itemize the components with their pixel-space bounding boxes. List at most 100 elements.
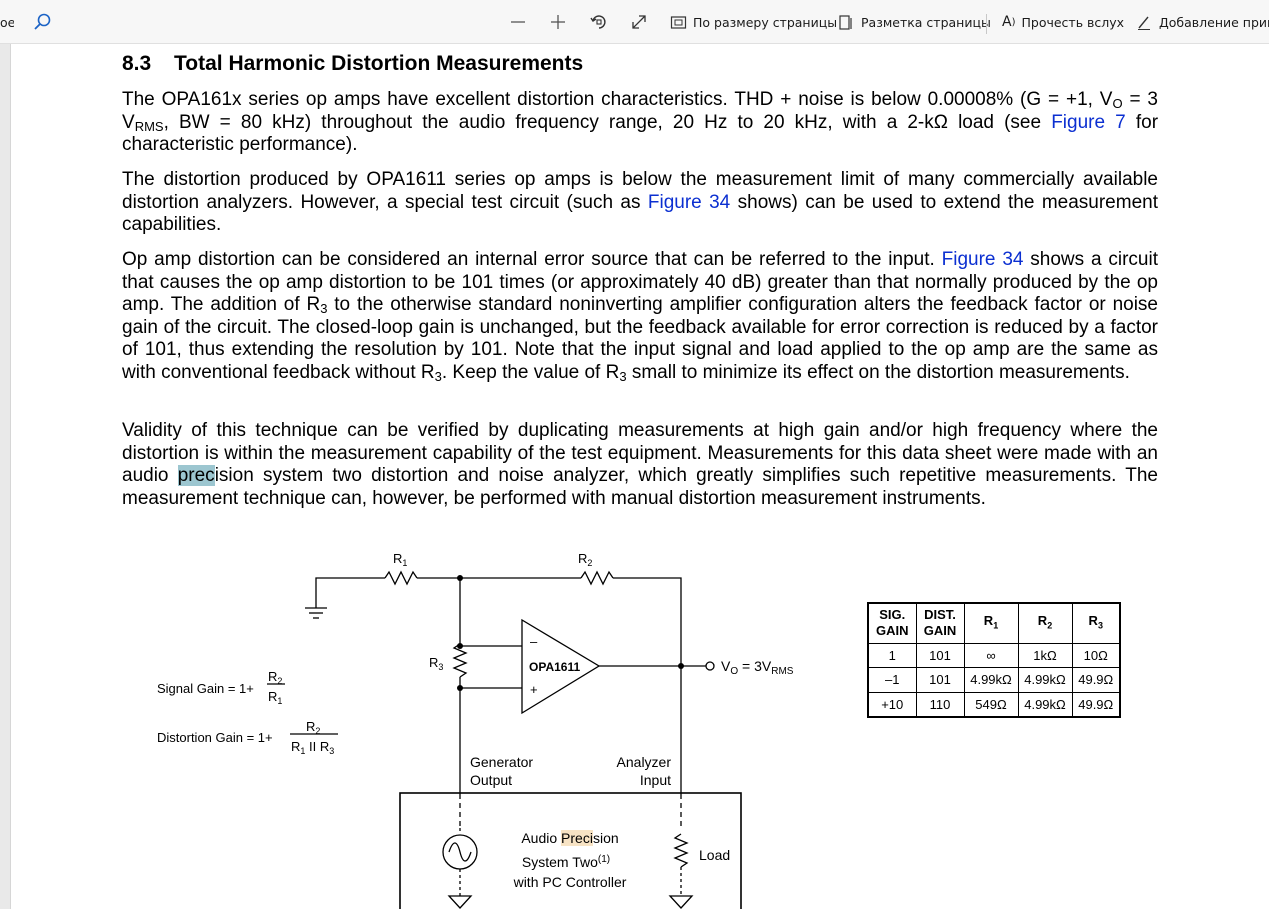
table-header: SIG. GAIN bbox=[867, 602, 917, 644]
sine-wave-icon bbox=[448, 842, 472, 862]
add-note-button[interactable]: Добавление приме bbox=[1136, 0, 1269, 44]
noninverting-symbol: + bbox=[530, 682, 538, 697]
table-cell: 10Ω bbox=[1071, 642, 1121, 668]
inverting-symbol: – bbox=[530, 634, 538, 649]
table-cell: 1kΩ bbox=[1017, 642, 1073, 668]
section-number: 8.3 bbox=[122, 52, 152, 75]
signal-gain-label: Signal Gain = 1+ bbox=[157, 681, 254, 696]
add-note-label: Добавление приме bbox=[1159, 14, 1269, 30]
read-aloud-icon: A) bbox=[1002, 14, 1016, 30]
p1-sub-1: O bbox=[1112, 96, 1123, 111]
figure-34-link[interactable]: Figure 34 bbox=[648, 192, 730, 213]
pen-icon bbox=[1136, 14, 1153, 31]
table-cell: ∞ bbox=[963, 642, 1019, 668]
table-header: R1 bbox=[963, 602, 1019, 644]
analyzer-input-label-line2: Input bbox=[640, 772, 671, 788]
signal-gain-denominator: R1 bbox=[268, 689, 282, 706]
distortion-gain-numerator: R2 bbox=[306, 719, 320, 736]
r2-label: R2 bbox=[578, 551, 592, 568]
fit-page-button[interactable]: По размеру страницы bbox=[670, 0, 837, 44]
p3-sub-2: 3 bbox=[434, 368, 442, 384]
gain-resistor-table: SIG. GAIN DIST. GAIN R1 R2 R3 1 101 ∞ 1kΩ … bbox=[867, 602, 1121, 718]
table-header: DIST. GAIN bbox=[915, 602, 965, 644]
read-aloud-button[interactable]: A) Прочесть вслух bbox=[1002, 0, 1124, 44]
page-layout-button[interactable]: Разметка страницы bbox=[838, 0, 991, 44]
table-cell: 49.9Ω bbox=[1071, 667, 1121, 693]
search-icon bbox=[32, 12, 52, 32]
circuit-diagram: R1 R2 R3 OPA1611 – + VO = 3VRMS Signal G… bbox=[157, 551, 794, 909]
p1-sub-2: RMS bbox=[134, 118, 164, 134]
p4-text-2: ision system two distortion and noise an… bbox=[122, 465, 1158, 509]
search-highlight: prec bbox=[177, 465, 215, 486]
audio-precision-line1: Audio Precision bbox=[521, 830, 618, 846]
figure-34-link[interactable]: Figure 34 bbox=[942, 249, 1024, 270]
section-title: Total Harmonic Distortion Measurements bbox=[174, 52, 584, 75]
search-button[interactable] bbox=[32, 0, 52, 44]
table-row: –1 101 4.99kΩ 4.99kΩ 49.9Ω bbox=[867, 667, 1121, 693]
table-cell: 4.99kΩ bbox=[1017, 667, 1073, 693]
distortion-gain-denominator: R1 II R3 bbox=[291, 739, 334, 756]
fit-page-icon bbox=[670, 14, 687, 31]
read-aloud-icon-glyph: A bbox=[1002, 14, 1012, 30]
table-row: +10 110 549Ω 4.99kΩ 49.9Ω bbox=[867, 691, 1121, 717]
junction-dot bbox=[457, 575, 463, 581]
table-cell: 49.9Ω bbox=[1071, 691, 1121, 717]
load-resistor bbox=[673, 833, 689, 868]
plus-icon bbox=[548, 12, 568, 32]
minus-icon bbox=[508, 12, 528, 32]
reader-toolbar: oe По размеру страницы Разметка страницы… bbox=[0, 0, 1269, 44]
paragraph-2: The distortion produced by OPA1611 serie… bbox=[122, 169, 1158, 237]
junction-dot bbox=[678, 663, 684, 669]
table-header-row: SIG. GAIN DIST. GAIN R1 R2 R3 bbox=[867, 602, 1121, 644]
section-heading: 8.3 Total Harmonic Distortion Measurement… bbox=[122, 52, 583, 76]
toolbar-cut-off-label: oe bbox=[0, 14, 14, 30]
toolbar-divider bbox=[986, 14, 987, 34]
rotate-button[interactable] bbox=[589, 0, 609, 44]
p3-text-5: small to minimize its effect on the dist… bbox=[626, 361, 1130, 383]
generator-ground bbox=[447, 895, 473, 909]
p1-text-3: , BW = 80 kHz) throughout the audio freq… bbox=[163, 111, 1052, 133]
paragraph-1: The OPA161x series op amps have excellen… bbox=[122, 89, 1158, 157]
fullscreen-button[interactable] bbox=[629, 0, 649, 44]
opamp-label: OPA1611 bbox=[529, 660, 580, 674]
audio-precision-line2: System Two(1) bbox=[522, 854, 610, 870]
fit-page-label: По размеру страницы bbox=[693, 14, 838, 30]
table-cell: +10 bbox=[867, 691, 917, 717]
table-cell: 4.99kΩ bbox=[963, 667, 1019, 693]
page-layout-icon bbox=[838, 14, 855, 31]
figure-7-link[interactable]: Figure 7 bbox=[1051, 112, 1126, 133]
junction-dot bbox=[457, 643, 463, 649]
r1-resistor bbox=[384, 570, 418, 586]
toolbar-cut-off-item[interactable]: oe bbox=[0, 0, 14, 44]
rotate-icon bbox=[589, 12, 609, 32]
page-layout-label: Разметка страницы bbox=[861, 14, 991, 30]
zoom-in-button[interactable] bbox=[548, 0, 568, 44]
table-header: R2 bbox=[1017, 602, 1073, 644]
output-terminal bbox=[705, 661, 715, 671]
p1-text-1: The OPA161x series op amps have excellen… bbox=[122, 89, 1113, 110]
paragraph-3: Op amp distortion can be considered an i… bbox=[122, 249, 1158, 384]
thd-test-circuit-figure: R1 R2 R3 OPA1611 – + VO = 3VRMS Signal G… bbox=[11, 536, 1269, 909]
load-ground bbox=[668, 895, 694, 909]
expand-diagonal-icon bbox=[629, 12, 649, 32]
table-cell: 110 bbox=[915, 691, 965, 717]
generator-output-label-line2: Output bbox=[470, 772, 512, 788]
junction-dot bbox=[457, 685, 463, 691]
read-aloud-label: Прочесть вслух bbox=[1021, 14, 1125, 30]
paragraph-4: Validity of this technique can be verifi… bbox=[122, 420, 1158, 510]
p3-text-1: Op amp distortion can be considered an i… bbox=[122, 249, 942, 270]
generator-output-label-line1: Generator bbox=[470, 754, 533, 770]
audio-precision-line3: with PC Controller bbox=[513, 874, 627, 890]
table-cell: 101 bbox=[915, 667, 965, 693]
table-cell: –1 bbox=[867, 667, 917, 693]
feedback-wire bbox=[613, 577, 682, 666]
table-cell: 101 bbox=[915, 642, 965, 668]
table-cell: 549Ω bbox=[963, 691, 1019, 717]
table-cell: 1 bbox=[867, 642, 917, 668]
analyzer-input-label-line1: Analyzer bbox=[617, 754, 672, 770]
zoom-out-button[interactable] bbox=[508, 0, 528, 44]
signal-gain-numerator: R2 bbox=[268, 669, 282, 686]
vout-label: VO = 3VRMS bbox=[721, 658, 794, 677]
table-header: R3 bbox=[1071, 602, 1121, 644]
load-label: Load bbox=[699, 847, 730, 863]
